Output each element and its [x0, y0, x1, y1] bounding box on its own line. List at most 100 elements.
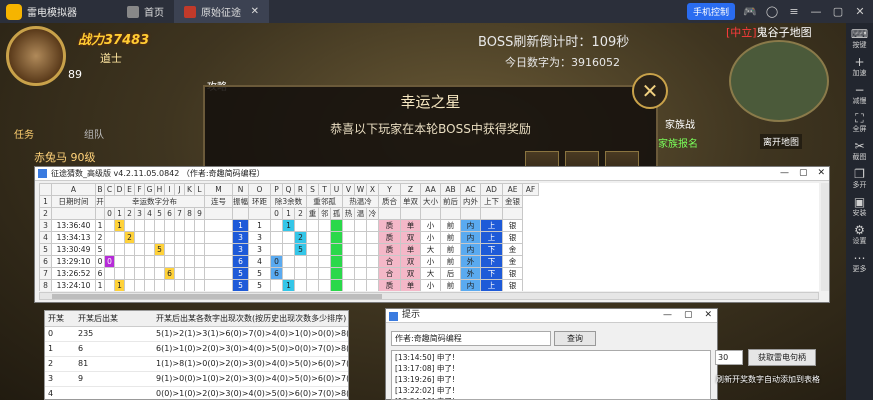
tab-team[interactable]: 组队 [84, 126, 104, 141]
digit-cell: 1 [114, 218, 125, 232]
sidebar-item-screenshot[interactable]: ✂ 截图 [853, 139, 867, 162]
sidebar-item-fullscreen[interactable]: ⛶ 全屏 [853, 111, 867, 134]
table-row[interactable]: 3 13:36:40 1 1 1 1 1 质单小前内上银 [39, 218, 539, 232]
minimap[interactable] [729, 40, 829, 122]
table-row[interactable]: 5 13:30:49 5 5 3 3 5 质单大前内下金 [39, 242, 539, 256]
stats-header[interactable]: 开某 [45, 311, 75, 327]
column-letter: R [294, 183, 307, 196]
player-level: 89 [68, 68, 82, 81]
minus-icon: − [854, 83, 865, 97]
tab-home[interactable]: 首页 [117, 0, 174, 23]
mod3-header: 2 [294, 206, 307, 220]
sidebar-item-slowdown[interactable]: − 减慢 [853, 83, 867, 106]
digit-cell [114, 242, 125, 256]
mod3-cell [270, 218, 283, 232]
stats-header[interactable]: 开某后出某 [75, 311, 153, 327]
grid-cell [502, 206, 523, 220]
query-button[interactable]: 查询 [554, 331, 596, 346]
minimize-icon[interactable]: — [780, 167, 789, 180]
sidebar-item-keymap[interactable]: ⌨ 按键 [851, 27, 868, 50]
sidebar-item-multi[interactable]: ❐ 多开 [853, 167, 867, 190]
column-letter: AA [420, 183, 441, 196]
stats-row[interactable]: 0 235 5(1)>2(1)>3(1)>6(0)>7(0)>4(0)>1(0)>0… [45, 326, 348, 342]
tab-game[interactable]: 原始征途 ✕ [174, 0, 269, 23]
history-grid[interactable]: A B C D E F G H I J K L M N O P Q R S T U V W X Y Z AA AB AC AD AE AF 1 日… [39, 183, 819, 291]
lianhao-cell [204, 218, 233, 232]
menu-icon[interactable]: ≡ [787, 5, 801, 18]
maximize-icon[interactable]: ▢ [831, 5, 845, 18]
table-row[interactable]: 7 13:26:52 6 6 5 5 6 合双大后外下银 [39, 266, 539, 280]
zhenfu-cell: 3 [232, 230, 249, 244]
shangxia-cell: 下 [480, 242, 503, 256]
digit-cell [194, 242, 205, 256]
sidebar-item-more[interactable]: ⋯ 更多 [853, 251, 867, 274]
header-qianhou: 前后 [440, 194, 461, 208]
grid-cell [480, 206, 503, 220]
leave-map-button[interactable]: 离开地图 [760, 134, 803, 149]
table-row[interactable]: 4 13:34:13 2 2 3 3 2 质双小前内上银 [39, 230, 539, 244]
stats-row[interactable]: 2 81 1(1)>8(1)>0(0)>2(0)>3(0)>4(0)>5(0)>6(… [45, 356, 348, 372]
plus-icon: + [854, 55, 865, 69]
digit-cell [184, 254, 195, 268]
maximize-icon[interactable]: ▢ [684, 309, 693, 322]
digit-header: 1 [114, 206, 125, 220]
neiwai-cell: 内 [460, 230, 481, 244]
auto-add-checkbox-label[interactable]: 刷新开奖数字自动添加到表格 [716, 374, 820, 385]
author-field[interactable]: 作者:奇趣简码编程 [391, 331, 551, 346]
stats-row[interactable]: 4 0(0)>1(0)>2(0)>3(0)>4(0)>5(0)>6(0)>7(0)… [45, 386, 348, 399]
kai-cell: 0 [95, 254, 105, 268]
history-table: A B C D E F G H I J K L M N O P Q R S T U V W X Y Z AA AB AC AD AE AF 1 日… [39, 183, 539, 291]
phone-control-button[interactable]: 手机控制 [686, 3, 735, 20]
close-tab-icon[interactable]: ✕ [251, 6, 259, 17]
user-icon[interactable]: ◯ [765, 5, 779, 18]
sidebar-label: 设置 [852, 237, 867, 245]
tab-task[interactable]: 任务 [14, 126, 34, 141]
digit-cell [134, 278, 145, 291]
stats-header[interactable]: 开某后出某各数字出现次数(按历史出现次数多少排序) [153, 311, 348, 327]
get-handle-button[interactable]: 获取雷电句柄 [748, 349, 816, 366]
column-letter: A [51, 183, 96, 196]
table-row[interactable]: 6 13:29:10 0 0 6 4 0 合双小前外下金 [39, 254, 539, 268]
close-icon[interactable]: ✕ [853, 5, 867, 18]
header-daxiao: 大小 [420, 194, 441, 208]
horizontal-scrollbar[interactable] [39, 292, 819, 300]
header-zhenfu: 振幅 [232, 194, 249, 208]
player-avatar[interactable] [6, 26, 66, 86]
digit-header: 0 [104, 206, 115, 220]
huanju-cell: 5 [248, 278, 271, 291]
column-letter: O [248, 183, 271, 196]
lin-cell [318, 278, 331, 291]
scroll-thumb[interactable] [52, 294, 382, 299]
column-letter: Z [400, 183, 421, 196]
sidebar-item-install[interactable]: ▣ 安装 [853, 195, 867, 218]
chong-cell [306, 218, 319, 232]
number-input[interactable]: 30 [715, 350, 743, 365]
log-line: [13:22:02] 申了! [395, 386, 455, 395]
table-row[interactable]: 8 13:24:10 1 1 5 5 1 质单小前内上银 [39, 278, 539, 291]
digit-cell [124, 242, 135, 256]
close-icon[interactable]: ✕ [632, 73, 668, 109]
maximize-icon[interactable]: ▢ [799, 167, 808, 180]
gamepad-icon[interactable]: 🎮 [743, 5, 757, 18]
digit-cell [134, 218, 145, 232]
close-icon[interactable]: ✕ [704, 309, 712, 322]
danshuang-cell: 双 [400, 230, 421, 244]
family-signup-link[interactable]: 家族报名 [658, 135, 698, 150]
kai-cell: 5 [95, 242, 105, 256]
close-icon[interactable]: ✕ [817, 167, 825, 180]
family-war-button[interactable]: 家族战 [665, 116, 695, 131]
sidebar-item-speedup[interactable]: + 加速 [853, 55, 867, 78]
stats-row[interactable]: 3 9 9(1)>0(0)>1(0)>2(0)>3(0)>4(0)>5(0)>6(0… [45, 371, 348, 387]
column-letter: AB [440, 183, 461, 196]
tip-window-title: 提示 [402, 310, 421, 320]
stats-row[interactable]: 1 6 6(1)>1(0)>2(0)>3(0)>4(0)>5(0)>0(0)>7(0… [45, 341, 348, 357]
sidebar-item-settings[interactable]: ⚙ 设置 [853, 223, 867, 246]
row-number: 7 [39, 266, 52, 280]
vertical-scrollbar[interactable] [821, 183, 829, 291]
minimize-icon[interactable]: — [663, 309, 672, 322]
stats-header-row: 开某 开某后出某 开某后出某各数字出现次数(按历史出现次数多少排序) [45, 311, 348, 327]
minimize-icon[interactable]: — [809, 5, 823, 18]
digit-header: 9 [194, 206, 205, 220]
digit-header: 3 [134, 206, 145, 220]
column-letter: D [114, 183, 125, 196]
